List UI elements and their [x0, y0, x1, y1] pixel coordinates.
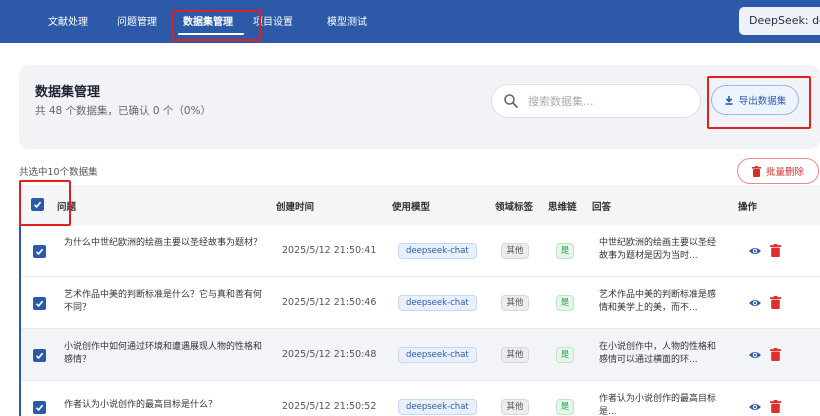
export-dataset-button[interactable]: 导出数据集 [711, 85, 799, 115]
batch-delete-label: 批量删除 [765, 167, 804, 178]
column-answer[interactable]: 回答 [592, 199, 611, 213]
delete-icon[interactable] [770, 400, 781, 413]
active-tab-indicator [178, 33, 244, 35]
nav-tab-project-settings[interactable]: 项目设置 [253, 13, 293, 28]
row-created-time: 2025/5/12 21:50:46 [282, 297, 377, 308]
view-icon[interactable] [748, 348, 762, 362]
table-row[interactable]: 为什么中世纪欧洲的绘画主要以圣经故事为题材？ 2025/5/12 21:50:4… [19, 225, 820, 277]
view-icon[interactable] [748, 244, 762, 258]
row-checkbox[interactable] [33, 349, 46, 362]
row-question: 艺术作品中美的判断标准是什么？它与真和善有何不同？ [64, 290, 263, 313]
delete-icon[interactable] [770, 296, 781, 309]
row-model-tag: deepseek-chat [398, 347, 477, 363]
row-answer: 在小说创作中，人物的性格和感情可以通过横面的环... [599, 342, 717, 365]
top-nav-bar: 文献处理 问题管理 数据集管理 项目设置 模型测试 DeepSeek: deep… [0, 0, 820, 43]
search-box[interactable] [491, 84, 701, 118]
selected-rows-accent [19, 225, 21, 416]
row-domain-tag: 其他 [501, 347, 529, 363]
check-icon [35, 404, 44, 412]
nav-tab-model-testing[interactable]: 模型测试 [327, 13, 367, 28]
check-icon [35, 352, 44, 360]
view-icon[interactable] [748, 296, 762, 310]
page-title: 数据集管理 [35, 85, 101, 100]
row-question: 小说创作中如何通过环境和遭遇展现人物的性格和感情？ [64, 342, 263, 365]
row-domain-tag: 其他 [501, 399, 529, 415]
column-cot[interactable]: 思维链 [548, 199, 577, 213]
row-checkbox[interactable] [33, 297, 46, 310]
row-model-tag: deepseek-chat [398, 243, 477, 259]
header-card: 数据集管理 共 48 个数据集，已确认 0 个（0%） 导出数据集 [19, 65, 820, 149]
row-created-time: 2025/5/12 21:50:41 [282, 245, 377, 256]
column-domain[interactable]: 领域标签 [495, 199, 533, 213]
table-header: 问题 创建时间 使用模型 领域标签 思维链 回答 操作 [19, 185, 820, 225]
view-icon[interactable] [748, 400, 762, 414]
download-icon [725, 96, 733, 105]
row-created-time: 2025/5/12 21:50:48 [282, 349, 377, 360]
row-domain-tag: 其他 [501, 243, 529, 259]
nav-tab-question-management[interactable]: 问题管理 [117, 13, 157, 28]
check-icon [33, 201, 42, 209]
column-actions: 操作 [738, 202, 758, 213]
export-button-label: 导出数据集 [738, 96, 787, 107]
row-created-time: 2025/5/12 21:50:52 [282, 401, 377, 412]
check-icon [35, 300, 44, 308]
row-checkbox[interactable] [33, 401, 46, 414]
search-input[interactable] [528, 92, 694, 110]
row-answer: 艺术作品中美的判断标准是感情和美学上的美，而不... [599, 290, 717, 313]
column-model[interactable]: 使用模型 [392, 199, 430, 213]
selection-count: 共选中10个数据集 [19, 167, 98, 178]
search-icon [504, 94, 518, 108]
delete-icon[interactable] [770, 348, 781, 361]
delete-icon[interactable] [770, 244, 781, 257]
trash-icon [751, 165, 761, 177]
row-cot-tag: 是 [556, 399, 574, 415]
dataset-summary: 共 48 个数据集，已确认 0 个（0%） [35, 105, 212, 117]
table-row[interactable]: 小说创作中如何通过环境和遭遇展现人物的性格和感情？ 2025/5/12 21:5… [19, 329, 820, 381]
row-model-tag: deepseek-chat [398, 399, 477, 415]
column-question[interactable]: 问题 [57, 199, 76, 213]
dataset-table: 问题 创建时间 使用模型 领域标签 思维链 回答 操作 为什么中世纪欧洲的绘画主… [19, 185, 820, 416]
row-cot-tag: 是 [556, 243, 574, 259]
model-selector[interactable]: DeepSeek: deepseek-chat [739, 7, 820, 35]
row-domain-tag: 其他 [501, 295, 529, 311]
column-created[interactable]: 创建时间 [276, 199, 314, 213]
batch-delete-button[interactable]: 批量删除 [737, 158, 819, 184]
row-cot-tag: 是 [556, 295, 574, 311]
row-answer: 中世纪欧洲的绘画主要以圣经故事为题材是因为当时... [599, 238, 717, 261]
nav-tab-text-processing[interactable]: 文献处理 [48, 13, 88, 28]
check-icon [35, 248, 44, 256]
row-checkbox[interactable] [33, 245, 46, 258]
select-all-checkbox[interactable] [31, 198, 44, 211]
row-question: 为什么中世纪欧洲的绘画主要以圣经故事为题材？ [64, 238, 263, 248]
row-cot-tag: 是 [556, 347, 574, 363]
row-model-tag: deepseek-chat [398, 295, 477, 311]
table-row[interactable]: 艺术作品中美的判断标准是什么？它与真和善有何不同？ 2025/5/12 21:5… [19, 277, 820, 329]
row-question: 作者认为小说创作的最高目标是什么？ [64, 400, 218, 410]
nav-tab-dataset-management[interactable]: 数据集管理 [183, 13, 233, 28]
row-answer: 作者认为小说创作的最高目标是... [599, 394, 717, 416]
table-row[interactable]: 作者认为小说创作的最高目标是什么？ 2025/5/12 21:50:52 dee… [19, 381, 820, 416]
